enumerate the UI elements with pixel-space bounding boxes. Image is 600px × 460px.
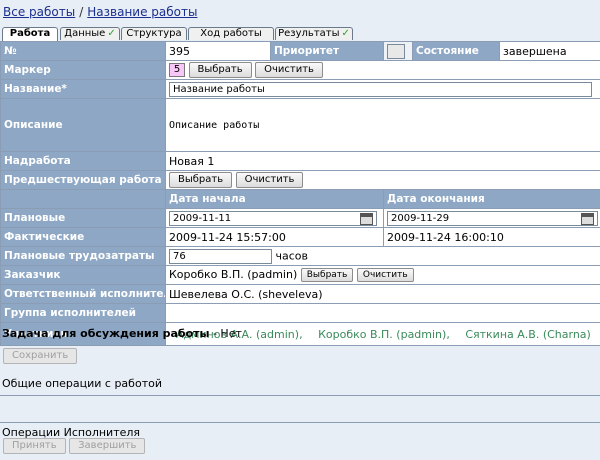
responsible-value: Шевелева О.С. (sheveleva) <box>165 284 600 304</box>
breadcrumb-separator: / <box>79 5 84 19</box>
breadcrumb: Все работы / Название работы <box>3 5 197 19</box>
effort-input[interactable]: 76 <box>169 248 272 264</box>
customer-cell: Коробко В.П. (padmin) Выбрать Очистить <box>165 265 600 285</box>
marker-clear-button[interactable]: Очистить <box>255 62 323 78</box>
group-value <box>165 303 600 323</box>
effort-unit: часов <box>275 249 309 262</box>
state-value: завершена <box>499 41 600 61</box>
tab-results-label: Результаты <box>278 28 340 39</box>
planned-end-value: 2009-11-29 <box>391 212 450 224</box>
tab-data-label: Данные <box>64 28 106 39</box>
check-icon: ✓ <box>107 28 116 39</box>
tab-work[interactable]: Работа <box>2 27 58 42</box>
planned-start-input[interactable]: 2009-11-11 <box>169 210 377 226</box>
state-label: Состояние <box>412 41 500 61</box>
name-label: Название* <box>0 79 166 99</box>
save-button[interactable]: Сохранить <box>3 348 78 364</box>
marker-value: 5 <box>169 63 185 77</box>
planned-start-cell: 2009-11-11 <box>165 208 384 228</box>
accept-button[interactable]: Принять <box>3 438 66 454</box>
priority-select-box[interactable] <box>387 43 405 59</box>
tab-structure-label: Структура <box>126 28 182 39</box>
discussion-value: - Нет <box>209 327 242 340</box>
executor-buttons: Принять Завершить <box>3 438 600 454</box>
customer-value: Коробко В.П. (padmin) <box>169 268 298 281</box>
customer-label: Заказчик <box>0 265 166 285</box>
divider <box>0 422 600 423</box>
effort-label: Плановые трудозатраты <box>0 246 166 266</box>
planned-label: Плановые <box>0 208 166 228</box>
divider <box>0 395 600 396</box>
dates-corner <box>0 189 166 209</box>
finish-button[interactable]: Завершить <box>69 438 146 454</box>
number-value: 395 <box>165 41 271 61</box>
breadcrumb-work-name-link[interactable]: Название работы <box>87 5 197 19</box>
tab-progress[interactable]: Ход работы <box>188 27 274 40</box>
name-cell: Название работы <box>165 79 600 99</box>
actual-start: 2009-11-24 15:57:00 <box>165 227 384 247</box>
customer-clear-button[interactable]: Очистить <box>356 268 414 282</box>
work-form: № 395 Приоритет Состояние завершена Марк… <box>0 41 600 346</box>
date-end-header: Дата окончания <box>383 189 600 209</box>
planned-start-value: 2009-11-11 <box>173 212 232 224</box>
planned-end-cell: 2009-11-29 <box>383 208 600 228</box>
planned-end-input[interactable]: 2009-11-29 <box>387 210 598 226</box>
date-start-header: Дата начала <box>165 189 384 209</box>
number-label: № <box>0 41 166 61</box>
previous-choose-button[interactable]: Выбрать <box>169 172 233 188</box>
description-label: Описание <box>0 98 166 152</box>
parent-value: Новая 1 <box>165 151 600 171</box>
effort-cell: 76 часов <box>165 246 600 266</box>
marker-label: Маркер <box>0 60 166 80</box>
tab-bar: Работа Данные ✓ Структура Ход работы Резу… <box>0 27 600 42</box>
calendar-icon[interactable] <box>581 212 594 225</box>
marker-choose-button[interactable]: Выбрать <box>188 62 252 78</box>
tab-work-label: Работа <box>9 28 51 39</box>
previous-cell: Выбрать Очистить <box>165 170 600 190</box>
tab-data[interactable]: Данные ✓ <box>60 27 120 40</box>
check-icon: ✓ <box>341 28 350 39</box>
tab-results[interactable]: Результаты ✓ <box>275 27 353 40</box>
breadcrumb-all-works-link[interactable]: Все работы <box>3 5 75 19</box>
customer-choose-button[interactable]: Выбрать <box>300 268 354 282</box>
previous-label: Предшествующая работа <box>0 170 166 190</box>
name-input[interactable]: Название работы <box>169 81 592 97</box>
discussion-line: Задача для обсуждения работы - Нет <box>2 327 600 340</box>
description-value[interactable]: Описание работы <box>165 98 600 152</box>
priority-label: Приоритет <box>270 41 384 61</box>
tab-structure[interactable]: Структура <box>121 27 187 40</box>
marker-cell: 5 Выбрать Очистить <box>165 60 600 80</box>
parent-label: Надработа <box>0 151 166 171</box>
general-ops-title: Общие операции с работой <box>2 377 162 390</box>
actual-label: Фактические <box>0 227 166 247</box>
tab-progress-label: Ход работы <box>200 28 262 39</box>
responsible-label: Ответственный исполнитель <box>0 284 166 304</box>
previous-clear-button[interactable]: Очистить <box>235 172 304 188</box>
group-label: Группа исполнителей <box>0 303 166 323</box>
discussion-title: Задача для обсуждения работы <box>2 327 210 340</box>
save-row: Сохранить <box>3 348 600 364</box>
calendar-icon[interactable] <box>360 212 373 225</box>
actual-end: 2009-11-24 16:00:10 <box>383 227 600 247</box>
priority-select[interactable] <box>383 41 413 61</box>
